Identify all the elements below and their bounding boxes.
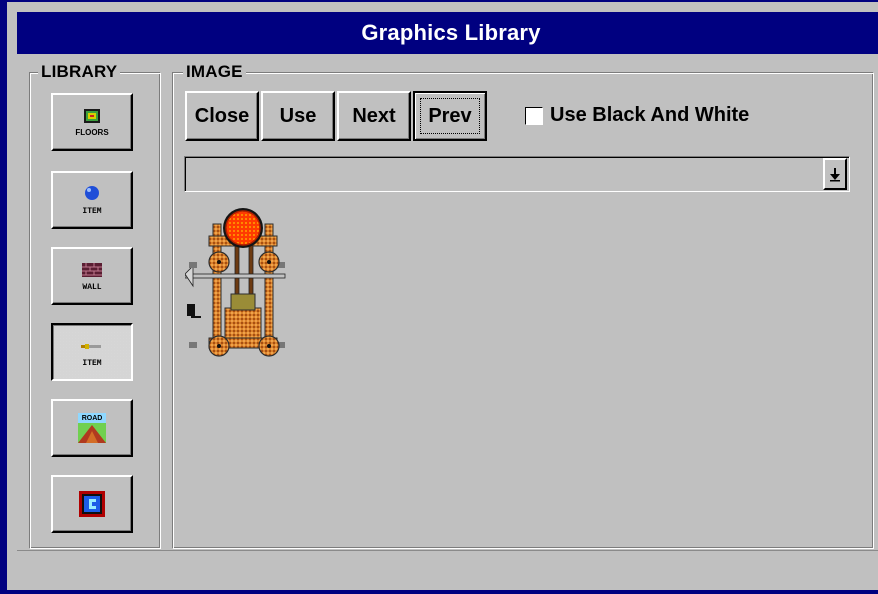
- road-icon-label: ROAD: [82, 415, 103, 422]
- close-button[interactable]: Close: [185, 91, 259, 141]
- siege-tower-icon: [185, 208, 286, 357]
- image-group-label: IMAGE: [183, 63, 246, 81]
- library-item-active-button[interactable]: ITEM: [51, 323, 133, 381]
- floors-icon-label: FLOORS: [75, 128, 109, 137]
- blue-orb-item-icon: ITEM: [82, 186, 102, 216]
- black-white-checkbox[interactable]: [525, 106, 543, 125]
- graphics-library-window: Graphics Library LIBRARY FLOORS ITEM WAL…: [0, 0, 878, 594]
- library-character-button[interactable]: [51, 475, 133, 533]
- image-groupbox: IMAGE Close Use Next Prev Use Black And …: [172, 63, 874, 549]
- library-item-button[interactable]: ITEM: [51, 171, 133, 229]
- framed-character-icon: [79, 491, 105, 517]
- brick-wall-icon: WALL: [82, 263, 102, 292]
- image-toolbar: Close Use Next Prev: [185, 91, 487, 141]
- library-floors-button[interactable]: FLOORS: [51, 93, 133, 151]
- library-group-label: LIBRARY: [38, 63, 121, 81]
- next-button[interactable]: Next: [337, 91, 411, 141]
- item-icon-label-1: ITEM: [82, 207, 101, 216]
- wall-icon-label: WALL: [82, 283, 101, 292]
- library-road-button[interactable]: ROAD: [51, 399, 133, 457]
- black-white-option[interactable]: Use Black And White: [525, 104, 749, 127]
- status-bar: [17, 550, 878, 590]
- prev-button[interactable]: Prev: [413, 91, 487, 141]
- dropdown-toggle-button[interactable]: [823, 158, 847, 190]
- item-icon-label-2: ITEM: [82, 359, 101, 368]
- floor-tile-icon: FLOORS: [75, 109, 109, 137]
- sword-item-icon: ITEM: [81, 344, 102, 368]
- library-groupbox: LIBRARY FLOORS ITEM WALL ITEM ROAD: [29, 63, 161, 549]
- selected-image-preview[interactable]: [185, 206, 305, 371]
- dropdown-arrow-icon: [830, 168, 840, 182]
- road-icon: ROAD: [78, 413, 106, 443]
- black-white-label: Use Black And White: [550, 104, 750, 126]
- window-titlebar: Graphics Library: [17, 12, 878, 54]
- library-wall-button[interactable]: WALL: [51, 247, 133, 305]
- use-button[interactable]: Use: [261, 91, 335, 141]
- window-title: Graphics Library: [361, 20, 541, 45]
- image-select-dropdown[interactable]: [184, 156, 850, 192]
